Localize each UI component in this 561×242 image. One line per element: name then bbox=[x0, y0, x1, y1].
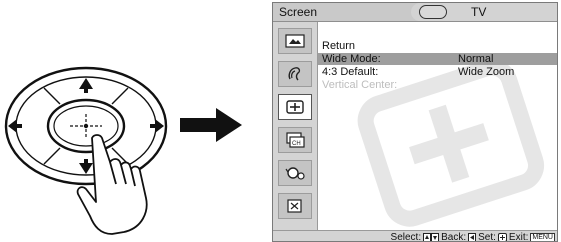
parental-icon bbox=[285, 167, 305, 180]
sidebar-item-setup[interactable] bbox=[278, 193, 312, 219]
footer-select-label: Select: bbox=[390, 232, 422, 242]
menu-item-vertical-center: Vertical Center: bbox=[322, 79, 398, 91]
menu-item-return[interactable]: Return bbox=[318, 40, 557, 52]
menu-item-4-3-default[interactable]: 4:3 Default: Wide Zoom bbox=[318, 66, 557, 78]
sidebar-item-picture[interactable] bbox=[278, 28, 312, 54]
sidebar-item-parental[interactable] bbox=[278, 160, 312, 186]
enter-key-icon bbox=[497, 233, 507, 241]
picture-icon bbox=[285, 34, 305, 48]
menu-item-wide-mode[interactable]: Wide Mode: Normal bbox=[318, 53, 557, 65]
setup-icon bbox=[287, 199, 302, 213]
menu-content: Return Wide Mode: Normal 4:3 Default: Wi… bbox=[318, 22, 557, 230]
footer-exit-label: Exit: bbox=[508, 232, 529, 242]
screen-icon bbox=[286, 100, 304, 114]
left-key-icon bbox=[468, 233, 477, 241]
input-indicator-icon bbox=[419, 5, 447, 19]
svg-text:CH: CH bbox=[292, 141, 301, 147]
menu-header: Screen TV bbox=[273, 3, 557, 22]
input-label: TV bbox=[471, 5, 487, 19]
footer-back-label: Back: bbox=[441, 232, 467, 242]
wide-mode-value: Normal bbox=[458, 53, 494, 65]
right-arrow-icon bbox=[180, 108, 242, 142]
sidebar-item-channel[interactable]: CH bbox=[278, 127, 312, 153]
4-3-default-value: Wide Zoom bbox=[458, 66, 515, 78]
remote-joystick-illustration bbox=[4, 66, 168, 235]
menu-sidebar: CH bbox=[273, 22, 318, 230]
footer-set-label: Set: bbox=[478, 232, 496, 242]
sound-icon bbox=[288, 67, 301, 81]
channel-icon: CH bbox=[286, 132, 305, 148]
sidebar-item-screen[interactable] bbox=[278, 94, 312, 120]
menu-title: Screen bbox=[279, 5, 318, 19]
up-down-keys-icon bbox=[423, 233, 440, 241]
menu-key-icon: MENU bbox=[530, 233, 555, 241]
sidebar-item-sound[interactable] bbox=[278, 61, 312, 87]
menu-footer-help: Select: Back: Set: Exit: MENU bbox=[273, 230, 557, 242]
tv-screen-menu: Screen TV CH Return Wide Mode: Normal 4:… bbox=[272, 2, 558, 242]
